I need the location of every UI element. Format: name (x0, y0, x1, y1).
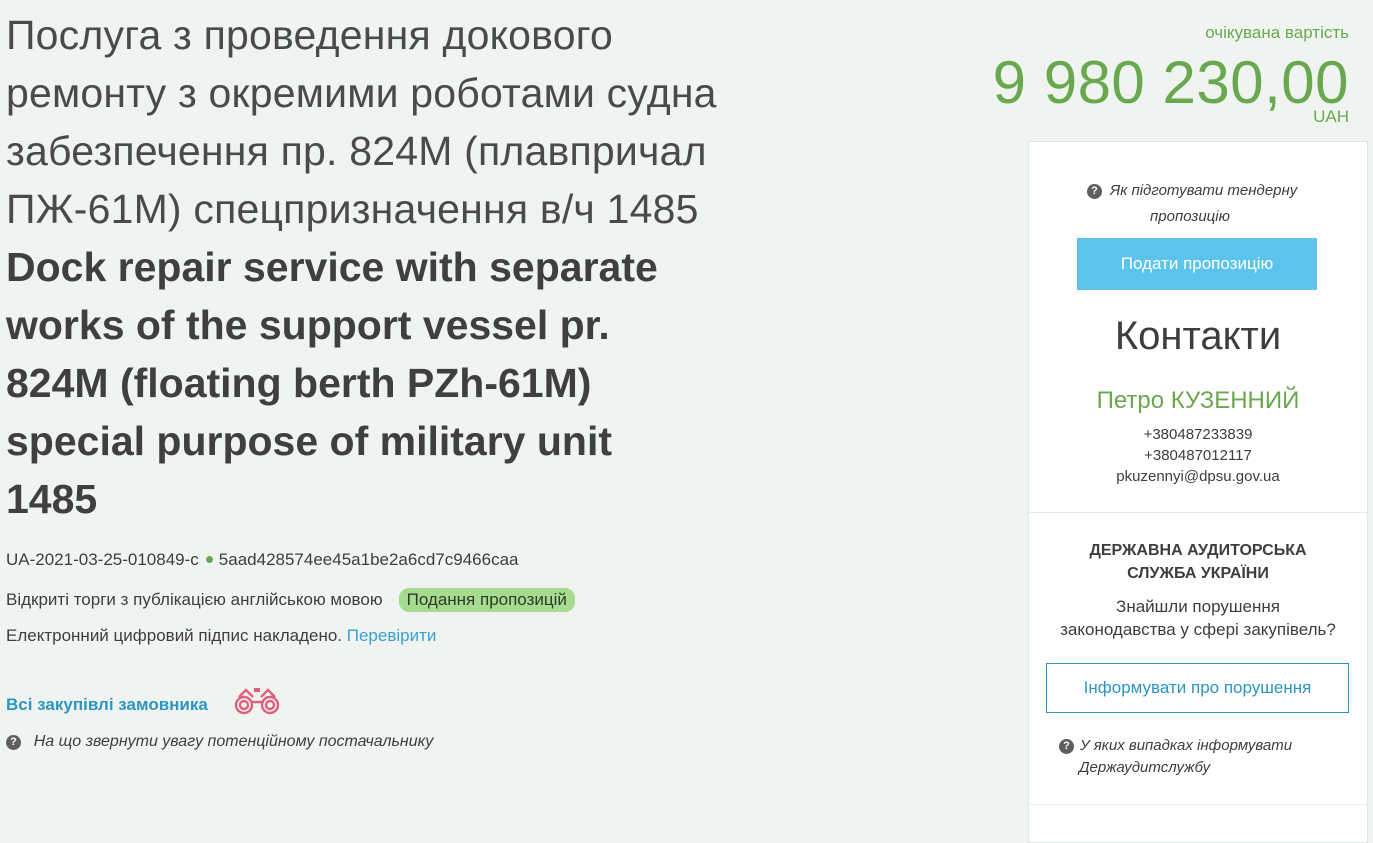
prep-hint[interactable]: ? Як підготувати тендерну пропозицію (1087, 178, 1327, 230)
price-currency: UAH (1313, 107, 1349, 126)
tender-hash: 5aad428574ee45a1be2a6cd7c9466caa (218, 550, 519, 569)
audit-text-line: законодавства у сфері закупівель? (1060, 620, 1336, 639)
audit-title-line: ДЕРЖАВНА АУДИТОРСЬКА (1089, 542, 1307, 559)
title-en-line: Dock repair service with separate (6, 244, 658, 290)
all-purchases-link[interactable]: Всі закупівлі замовника (6, 695, 208, 714)
audit-hint-line2[interactable]: Держаудитслужбу (1059, 757, 1349, 779)
tender-header: Послуга з проведення докового ремонту з … (6, 6, 806, 528)
contact-phone: +380487012117 (1144, 447, 1252, 464)
sidebar-panel: ? Як підготувати тендерну пропозицію Пода… (1028, 141, 1368, 843)
submit-proposal-button[interactable]: Подати пропозицію (1077, 238, 1317, 290)
audit-text-line: Знайшли порушення (1116, 597, 1280, 616)
supplier-hint-row[interactable]: ? На що звернути увагу потенційному пост… (6, 731, 433, 751)
verify-signature-link[interactable]: Перевірити (347, 626, 437, 645)
title-ua-line: Послуга з проведення докового (6, 12, 613, 58)
tender-id: UA-2021-03-25-010849-c (6, 550, 199, 569)
audit-hint-line1[interactable]: У яких випадках інформувати (1080, 737, 1292, 754)
title-ua-line: ремонту з окремими роботами судна (6, 70, 717, 116)
price-amount: 9 980 230,00 (992, 49, 1349, 116)
audit-hint[interactable]: ? У яких випадках інформувати Держаудитсл… (1059, 735, 1349, 779)
tender-identifiers: UA-2021-03-25-010849-c 5aad428574ee45a1be… (6, 550, 518, 570)
tender-title-ua: Послуга з проведення докового ремонту з … (6, 6, 806, 238)
signature-row: Електронний цифровий підпис накладено. П… (6, 626, 436, 646)
binoculars-icon[interactable] (231, 686, 283, 721)
prep-hint-line2[interactable]: пропозицію (1087, 204, 1327, 230)
supplier-hint-text[interactable]: На що звернути увагу потенційному постач… (34, 733, 433, 750)
contact-email: pkuzennyi@dpsu.gov.ua (1116, 468, 1280, 485)
divider (1029, 804, 1367, 805)
question-icon: ? (1087, 184, 1102, 199)
audit-title: ДЕРЖАВНА АУДИТОРСЬКА СЛУЖБА УКРАЇНИ (1029, 539, 1367, 585)
price-label: очікувана вартість (1205, 23, 1349, 42)
signature-text: Електронний цифровий підпис накладено. (6, 626, 343, 645)
prep-hint-line1[interactable]: Як підготувати тендерну (1110, 182, 1297, 199)
procedure-row: Відкриті торги з публікацією англійською… (6, 588, 575, 612)
procedure-type: Відкриті торги з публікацією англійською… (6, 590, 383, 609)
contact-name: Петро КУЗЕННИЙ (1096, 387, 1300, 414)
title-ua-line: ПЖ-61М) спецпризначення в/ч 1485 (6, 186, 699, 232)
question-icon: ? (1059, 739, 1074, 754)
title-en-line: 1485 (6, 476, 98, 522)
title-en-line: special purpose of military unit (6, 418, 613, 464)
divider (1029, 512, 1367, 513)
contacts-title: Контакти (1114, 314, 1282, 358)
question-icon: ? (6, 735, 21, 750)
audit-title-line: СЛУЖБА УКРАЇНИ (1127, 565, 1269, 582)
title-en-line: 824M (floating berth PZh-61M) (6, 360, 592, 406)
title-en-line: works of the support vessel pr. (6, 302, 610, 348)
status-dot-icon (205, 555, 213, 563)
title-ua-line: забезпечення пр. 824М (плавпричал (6, 128, 707, 174)
tender-title-en: Dock repair service with separate works … (6, 238, 806, 528)
status-badge: Подання пропозицій (398, 588, 575, 612)
all-purchases-row: Всі закупівлі замовника (6, 688, 283, 721)
contact-phone: +380487233839 (1143, 426, 1253, 443)
audit-text: Знайшли порушення законодавства у сфері … (1029, 595, 1367, 641)
report-violation-button[interactable]: Інформувати про порушення (1046, 663, 1349, 713)
